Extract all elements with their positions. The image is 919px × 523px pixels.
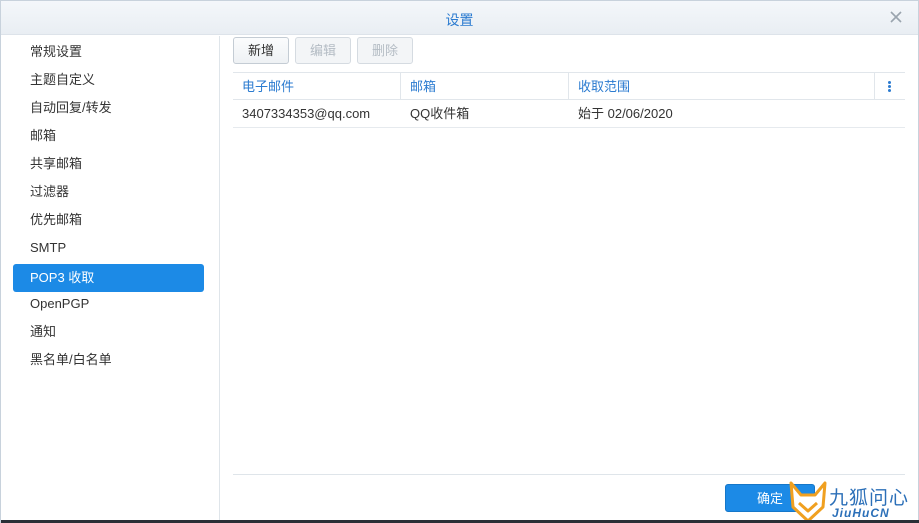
watermark: 九狐问心 JiuHuCN xyxy=(785,477,919,523)
sidebar-item-priority-mailbox[interactable]: 优先邮箱 xyxy=(13,206,204,234)
sidebar-item-general[interactable]: 常规设置 xyxy=(13,38,204,66)
sidebar-item-mailbox[interactable]: 邮箱 xyxy=(13,122,204,150)
sidebar-item-theme[interactable]: 主题自定义 xyxy=(13,66,204,94)
add-button[interactable]: 新增 xyxy=(233,37,289,64)
cell-mailbox: QQ收件箱 xyxy=(410,106,470,121)
dialog-title: 设置 xyxy=(445,12,474,28)
table-header: 电子邮件 邮箱 收取范围 xyxy=(233,72,905,100)
cell-range: 始于 02/06/2020 xyxy=(578,106,673,121)
sidebar-item-notification[interactable]: 通知 xyxy=(13,318,204,346)
column-header-mailbox[interactable]: 邮箱 xyxy=(401,73,569,100)
sidebar-item-filter[interactable]: 过滤器 xyxy=(13,178,204,206)
delete-button[interactable]: 删除 xyxy=(357,37,413,64)
column-menu-icon[interactable] xyxy=(875,73,905,100)
footer-divider xyxy=(233,474,905,475)
close-icon[interactable] xyxy=(888,9,904,25)
column-header-range[interactable]: 收取范围 xyxy=(569,73,875,100)
sidebar-item-smtp[interactable]: SMTP xyxy=(13,234,204,262)
table-row[interactable]: 3407334353@qq.com QQ收件箱 始于 02/06/2020 xyxy=(233,100,905,128)
title-bar[interactable]: 设置 xyxy=(1,1,918,35)
sidebar-item-openpgp[interactable]: OpenPGP xyxy=(13,290,204,318)
settings-sidebar: 常规设置 主题自定义 自动回复/转发 邮箱 共享邮箱 过滤器 优先邮箱 SMTP… xyxy=(1,36,220,523)
sidebar-item-pop3[interactable]: POP3 收取 xyxy=(13,264,204,292)
pop3-account-table: 电子邮件 邮箱 收取范围 3407334353@qq.com QQ收件箱 始于 … xyxy=(233,72,905,128)
column-header-email[interactable]: 电子邮件 xyxy=(233,73,401,100)
fox-logo-icon xyxy=(789,481,827,523)
cell-email: 3407334353@qq.com xyxy=(242,106,371,121)
sidebar-item-auto-reply[interactable]: 自动回复/转发 xyxy=(13,94,204,122)
sidebar-item-shared-mailbox[interactable]: 共享邮箱 xyxy=(13,150,204,178)
sidebar-item-blacklist[interactable]: 黑名单/白名单 xyxy=(13,346,204,374)
watermark-subtext: JiuHuCN xyxy=(832,506,890,520)
edit-button[interactable]: 编辑 xyxy=(295,37,351,64)
settings-dialog: 设置 常规设置 主题自定义 自动回复/转发 邮箱 共享邮箱 过滤器 优先邮箱 S… xyxy=(0,0,919,523)
